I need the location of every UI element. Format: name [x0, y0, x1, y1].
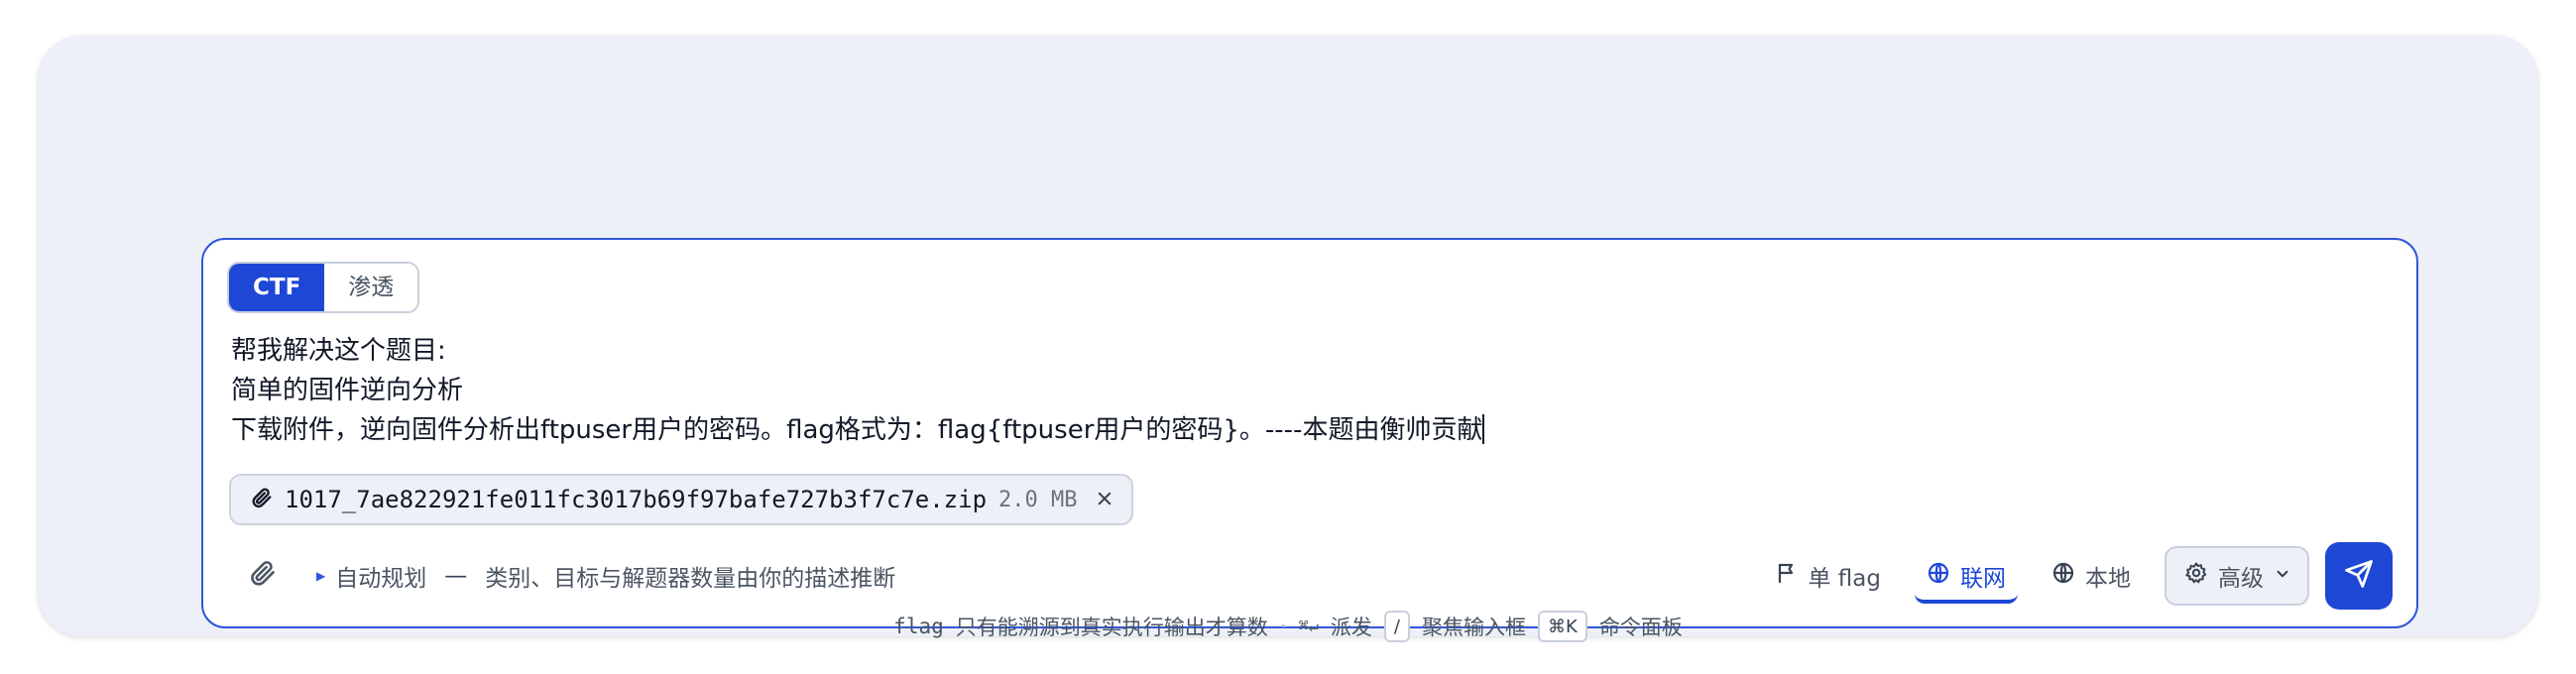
prompt-line: 下载附件，逆向固件分析出ftpuser用户的密码。flag格式为：flag{ft… [231, 414, 1485, 445]
auto-plan-description: 类别、目标与解题器数量由你的描述推断 [485, 566, 896, 592]
mode-pentest-button[interactable]: 渗透 [324, 264, 418, 311]
footer-dot: · [1279, 615, 1287, 638]
auto-plan-toggle[interactable]: ▶ 自动规划 — 类别、目标与解题器数量由你的描述推断 [316, 559, 895, 593]
caret-right-icon: ▶ [316, 569, 326, 583]
single-flag-label: 单 flag [1808, 566, 1882, 592]
online-mode-label: 联网 [1960, 566, 2006, 592]
advanced-label: 高级 [2218, 566, 2264, 592]
close-icon[interactable] [1096, 485, 1113, 514]
mode-toggle: CTF 渗透 [227, 262, 420, 313]
flag-icon [1775, 561, 1799, 591]
prompt-line: 帮我解决这个题目: [231, 336, 446, 366]
plan-separator: — [444, 563, 468, 589]
prompt-input[interactable]: 帮我解决这个题目: 简单的固件逆向分析下载附件，逆向固件分析出ftpuser用户的… [231, 331, 2363, 450]
attachment-filename: 1017_7ae822921fe011fc3017b69f97bafe727b3… [285, 486, 988, 513]
dispatch-shortcut-key: ⌘↵ [1298, 617, 1319, 636]
chevron-down-icon [2274, 563, 2291, 589]
text-cursor [1482, 414, 1485, 444]
footer-note: 只有能溯源到真实执行输出才算数 [955, 616, 1268, 639]
app-window: CTF 渗透 帮我解决这个题目: 简单的固件逆向分析下载附件，逆向固件分析出ftp… [38, 36, 2538, 636]
palette-shortcut-label: 命令面板 [1598, 616, 1683, 639]
composer-toolbar: ▶ 自动规划 — 类别、目标与解题器数量由你的描述推断 单 flag 联网 本地… [227, 541, 2393, 611]
paperclip-icon [251, 487, 273, 512]
mode-ctf-button[interactable]: CTF [229, 264, 325, 311]
toolbar-right: 单 flag 联网 本地 高级 [1763, 541, 2393, 611]
paperclip-icon [249, 559, 277, 591]
send-icon [2344, 559, 2374, 593]
attach-file-button[interactable] [243, 555, 283, 595]
palette-shortcut-key: ⌘K [1538, 611, 1587, 642]
auto-plan-label: 自动规划 [335, 566, 427, 592]
dispatch-shortcut-label: 派发 [1330, 616, 1372, 639]
online-mode-tab[interactable]: 联网 [1915, 548, 2018, 604]
globe-icon [2051, 561, 2075, 591]
globe-icon [1927, 561, 1950, 591]
advanced-settings-button[interactable]: 高级 [2165, 546, 2309, 606]
focus-shortcut-key: / [1383, 611, 1410, 642]
local-mode-tab[interactable]: 本地 [2040, 548, 2143, 604]
footer-hints: flag 只有能溯源到真实执行输出才算数 · ⌘↵ 派发 / 聚焦输入框 ⌘K … [0, 607, 2576, 646]
prompt-composer: CTF 渗透 帮我解决这个题目: 简单的固件逆向分析下载附件，逆向固件分析出ftp… [201, 238, 2418, 628]
attachment-size: 2.0 MB [998, 487, 1078, 512]
attachment-chip: 1017_7ae822921fe011fc3017b69f97bafe727b3… [229, 474, 1133, 525]
send-button[interactable] [2325, 542, 2393, 610]
footer-flag-word: flag [893, 615, 944, 638]
gear-icon [2184, 561, 2208, 591]
prompt-line: 简单的固件逆向分析 [231, 376, 464, 405]
local-mode-label: 本地 [2085, 566, 2131, 592]
single-flag-toggle[interactable]: 单 flag [1763, 548, 1894, 604]
focus-shortcut-label: 聚焦输入框 [1422, 616, 1526, 639]
